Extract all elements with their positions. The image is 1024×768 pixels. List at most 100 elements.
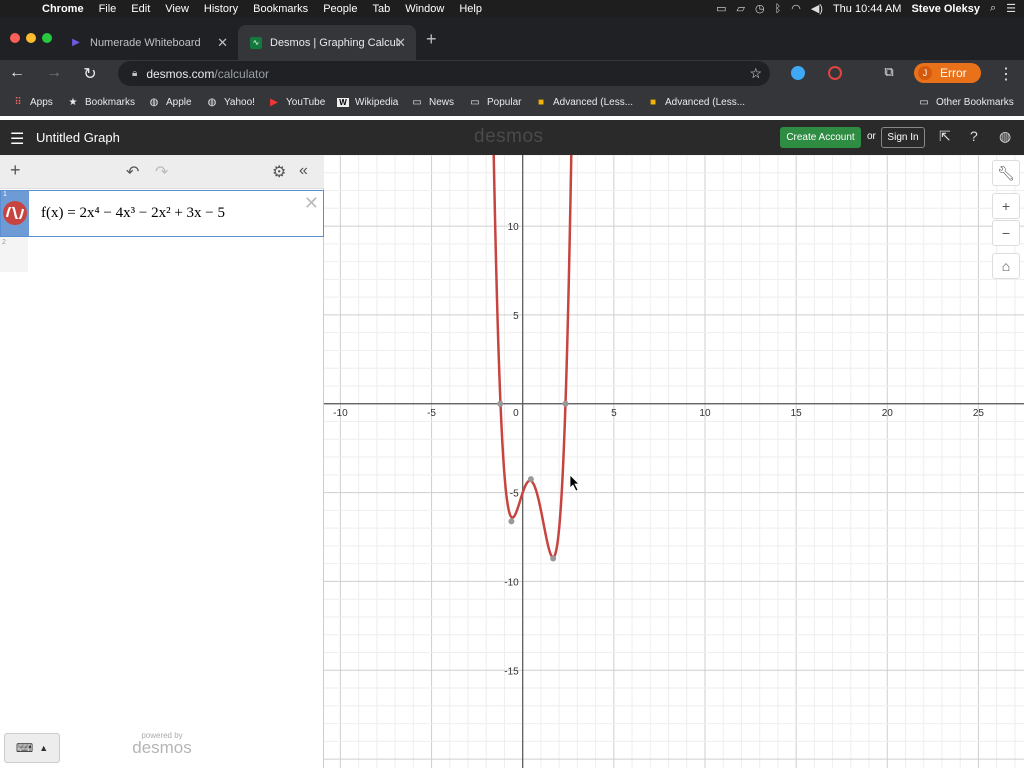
x-tick-label: 20 xyxy=(882,408,894,419)
apps-grid-icon: ⠿ xyxy=(14,97,22,108)
wifi-icon[interactable]: ◠ xyxy=(791,2,801,15)
back-arrow-icon[interactable]: ← xyxy=(6,64,28,82)
share-icon[interactable]: ⇱ xyxy=(939,128,951,145)
expression-math[interactable]: f(x) = 2x⁴ − 4x³ − 2x² + 3x − 5 xyxy=(41,205,225,222)
bookmark-label: Other Bookmarks xyxy=(936,97,1014,108)
macos-menu-bar: Chrome File Edit View History Bookmarks … xyxy=(0,0,1024,17)
time-machine-icon[interactable]: ◷ xyxy=(755,2,765,15)
graph-paper[interactable]: -10 -5 0 5 10 15 20 25 10 5 -5 -10 -15 xyxy=(324,155,1024,768)
point-of-interest xyxy=(508,518,515,525)
menu-app-name[interactable]: Chrome xyxy=(42,3,84,15)
menu-window[interactable]: Window xyxy=(405,3,444,15)
bookmark-youtube[interactable]: ▶ YouTube xyxy=(268,97,325,108)
x-tick-label: 15 xyxy=(791,408,803,419)
x-tick-label: 25 xyxy=(973,408,985,419)
create-account-button[interactable]: Create Account xyxy=(780,127,861,148)
extension-icon[interactable] xyxy=(791,66,805,80)
expression-tab[interactable]: 1 xyxy=(1,191,29,236)
chrome-menu-icon[interactable]: ⋮ xyxy=(995,64,1017,84)
menu-history[interactable]: History xyxy=(204,3,238,15)
default-viewport-home-icon[interactable]: ⌂ xyxy=(992,253,1020,279)
bookmark-popular[interactable]: ▭ Popular xyxy=(469,97,521,108)
profile-error-button[interactable]: J Error xyxy=(914,63,981,83)
expression-index: 2 xyxy=(2,239,6,246)
graph-color-icon[interactable] xyxy=(3,201,27,225)
bookmark-apple[interactable]: ◍ Apple xyxy=(148,97,192,108)
zoom-window-button[interactable] xyxy=(42,33,52,43)
airplay-icon[interactable]: ▱ xyxy=(737,2,745,15)
delete-expression-icon[interactable]: ✕ xyxy=(304,193,319,214)
menu-edit[interactable]: Edit xyxy=(131,3,150,15)
close-window-button[interactable] xyxy=(10,33,20,43)
address-bar[interactable]: 🔒︎ desmos.com/calculator ☆ xyxy=(118,61,770,86)
browser-tab-strip: ▶ Numerade Whiteboard ✕ ∿ Desmos | Graph… xyxy=(0,17,1024,60)
screen-share-icon[interactable]: ▭ xyxy=(716,2,726,15)
bookmark-other[interactable]: ▭ Other Bookmarks xyxy=(918,97,1014,108)
bookmark-yahoo[interactable]: ◍ Yahoo! xyxy=(206,97,255,108)
settings-gear-icon[interactable]: ⚙ xyxy=(272,162,286,182)
menu-people[interactable]: People xyxy=(323,3,357,15)
powered-by-desmos: powered by desmos xyxy=(132,731,192,758)
graph-settings-wrench-icon[interactable]: 🔧︎ xyxy=(992,160,1020,186)
keyboard-icon: ⌨ xyxy=(15,741,34,755)
menu-clock[interactable]: Thu 10:44 AM xyxy=(833,3,902,15)
bookmark-label: Apple xyxy=(166,97,192,108)
keyboard-toggle-button[interactable]: ⌨ ▲ xyxy=(4,733,60,763)
add-item-icon[interactable]: + xyxy=(10,160,21,181)
minimize-window-button[interactable] xyxy=(26,33,36,43)
point-of-interest xyxy=(550,555,557,562)
globe-icon: ◍ xyxy=(149,97,159,108)
menu-help[interactable]: Help xyxy=(459,3,482,15)
zoom-in-button[interactable]: + xyxy=(992,193,1020,219)
x-tick-label: 10 xyxy=(699,408,711,419)
close-tab-icon[interactable]: ✕ xyxy=(217,35,228,51)
expression-row[interactable]: 1 f(x) = 2x⁴ − 4x³ − 2x² + 3x − 5 ✕ xyxy=(0,190,324,237)
graph-title[interactable]: Untitled Graph xyxy=(36,130,120,145)
tab-title: Numerade Whiteboard xyxy=(90,36,201,49)
bookmark-news[interactable]: ▭ News xyxy=(411,97,454,108)
bookmark-wikipedia[interactable]: W Wikipedia xyxy=(337,97,398,108)
forward-arrow-icon[interactable]: → xyxy=(43,64,65,82)
globe-icon: ◍ xyxy=(207,97,217,108)
graph-canvas[interactable]: -10 -5 0 5 10 15 20 25 10 5 -5 -10 -15 xyxy=(324,155,1024,768)
zoom-out-button[interactable]: − xyxy=(992,220,1020,246)
redo-icon[interactable]: ↷ xyxy=(155,162,168,182)
tab-numerade[interactable]: ▶ Numerade Whiteboard ✕ xyxy=(58,25,238,60)
y-tick-label: -15 xyxy=(504,666,519,677)
bookmark-advanced-1[interactable]: ■ Advanced (Less... xyxy=(535,97,633,108)
cast-icon[interactable]: ⧉ xyxy=(878,64,900,80)
bookmark-label: Yahoo! xyxy=(224,97,255,108)
profile-status: Error xyxy=(940,66,967,80)
empty-expression-row[interactable]: 2 xyxy=(0,237,28,272)
menu-view[interactable]: View xyxy=(165,3,189,15)
help-icon[interactable]: ? xyxy=(970,128,978,144)
reload-icon[interactable]: ↻ xyxy=(79,64,101,84)
menu-file[interactable]: File xyxy=(99,3,117,15)
hamburger-menu-icon[interactable]: ☰ xyxy=(10,129,24,149)
menu-bookmarks[interactable]: Bookmarks xyxy=(253,3,308,15)
desmos-logo: desmos xyxy=(474,126,544,147)
bookmark-apps[interactable]: ⠿ Apps xyxy=(12,97,52,108)
menu-user[interactable]: Steve Oleksy xyxy=(911,3,980,15)
expression-toolbar: + ↶ ↷ ⚙ « xyxy=(0,155,324,189)
bluetooth-icon[interactable]: ᛒ xyxy=(775,3,782,15)
bookmark-label: Wikipedia xyxy=(355,97,399,108)
new-tab-button[interactable]: + xyxy=(426,29,437,50)
close-tab-icon[interactable]: ✕ xyxy=(395,35,406,51)
collapse-panel-icon[interactable]: « xyxy=(299,162,308,180)
language-globe-icon[interactable]: ◍ xyxy=(999,128,1011,145)
bookmark-advanced-2[interactable]: ■ Advanced (Less... xyxy=(647,97,745,108)
volume-icon[interactable]: ◀) xyxy=(811,2,823,15)
bookmark-label: Popular xyxy=(487,97,522,108)
undo-icon[interactable]: ↶ xyxy=(126,162,139,182)
menu-tab[interactable]: Tab xyxy=(372,3,390,15)
wave-icon xyxy=(6,207,24,219)
extension-spiral-icon[interactable] xyxy=(828,66,842,80)
folder-icon: ▭ xyxy=(919,97,929,108)
notification-center-icon[interactable]: ☰ xyxy=(1006,2,1016,15)
bookmark-star-icon[interactable]: ☆ xyxy=(749,65,762,82)
tab-desmos[interactable]: ∿ Desmos | Graphing Calculator ✕ xyxy=(238,25,416,60)
sign-in-button[interactable]: Sign In xyxy=(881,127,925,148)
bookmark-bookmarks[interactable]: ★ Bookmarks xyxy=(67,97,136,108)
spotlight-search-icon[interactable]: ⌕ xyxy=(990,2,996,15)
